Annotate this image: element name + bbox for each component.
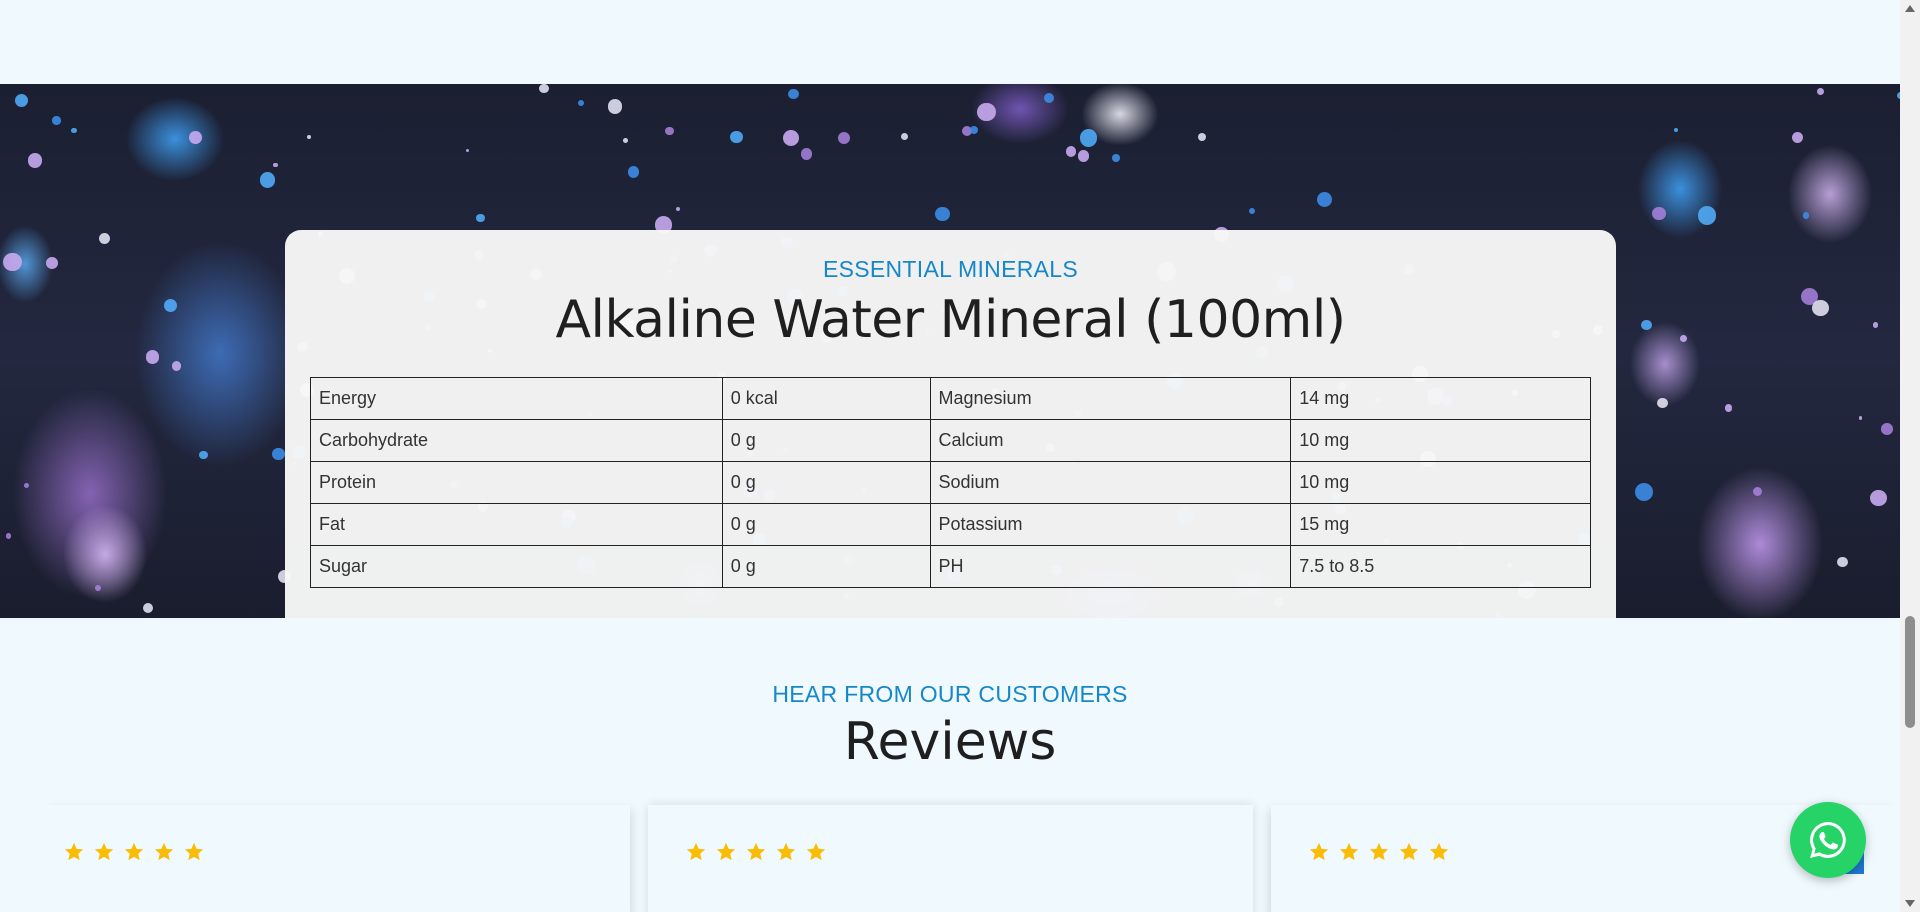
star-icon <box>154 842 174 861</box>
table-cell: 15 mg <box>1290 503 1591 546</box>
scrollbar-thumb[interactable] <box>1905 616 1915 728</box>
star-icon <box>686 842 706 861</box>
table-cell: Sodium <box>929 461 1292 504</box>
minerals-eyebrow: ESSENTIAL MINERALS <box>822 256 1079 282</box>
table-cell: Protein <box>310 461 723 504</box>
reviews-eyebrow: HEAR FROM OUR CUSTOMERS <box>772 681 1128 707</box>
table-cell: Magnesium <box>929 377 1292 420</box>
table-cell: 0 g <box>721 545 931 588</box>
table-cell: 7.5 to 8.5 <box>1290 545 1591 588</box>
table-cell: Potassium <box>929 503 1292 546</box>
star-icon <box>716 842 736 861</box>
table-cell: PH <box>929 545 1292 588</box>
table-row: Carbohydrate 0 g Calcium 10 mg <box>310 419 1591 462</box>
table-cell: 14 mg <box>1290 377 1591 420</box>
page: ESSENTIAL MINERALS Alkaline Water Minera… <box>0 0 1900 912</box>
table-cell: 0 g <box>721 461 931 504</box>
star-rating <box>685 841 827 863</box>
table-row: Protein 0 g Sodium 10 mg <box>310 461 1591 504</box>
table-cell: 0 g <box>721 503 931 546</box>
reviews-title: Reviews <box>843 712 1057 772</box>
whatsapp-icon <box>1810 822 1846 859</box>
star-icon <box>1429 842 1449 861</box>
table-row: Sugar 0 g PH 7.5 to 8.5 <box>310 545 1591 588</box>
table-cell: 0 kcal <box>721 377 931 420</box>
scroll-down-arrow-icon[interactable] <box>1900 895 1920 912</box>
star-icon <box>746 842 766 861</box>
minerals-title: Alkaline Water Mineral (100ml) <box>555 290 1346 350</box>
table-row: Fat 0 g Potassium 15 mg <box>310 503 1591 546</box>
star-icon <box>776 842 796 861</box>
table-cell: Carbohydrate <box>310 419 723 462</box>
table-cell: 10 mg <box>1290 419 1591 462</box>
table-cell: Sugar <box>310 545 723 588</box>
minerals-card: ESSENTIAL MINERALS Alkaline Water Minera… <box>285 230 1616 618</box>
scroll-up-arrow-icon[interactable] <box>1900 0 1920 17</box>
table-cell: 10 mg <box>1290 461 1591 504</box>
star-rating <box>63 841 205 863</box>
table-cell: 0 g <box>721 419 931 462</box>
review-card <box>648 805 1253 912</box>
star-icon <box>64 842 84 861</box>
page-scrollbar[interactable] <box>1900 0 1920 912</box>
table-cell: Calcium <box>929 419 1292 462</box>
star-rating <box>1308 841 1450 863</box>
star-icon <box>806 842 826 861</box>
star-icon <box>1399 842 1419 861</box>
star-icon <box>1309 842 1329 861</box>
review-card <box>40 805 630 912</box>
star-icon <box>94 842 114 861</box>
star-icon <box>184 842 204 861</box>
whatsapp-chat-button[interactable] <box>1790 802 1866 878</box>
table-row: Energy 0 kcal Magnesium 14 mg <box>310 377 1591 420</box>
star-icon <box>1339 842 1359 861</box>
table-cell: Energy <box>310 377 723 420</box>
table-cell: Fat <box>310 503 723 546</box>
minerals-table: Energy 0 kcal Magnesium 14 mg Carbohydra… <box>310 377 1591 588</box>
star-icon <box>1369 842 1389 861</box>
minerals-banner: ESSENTIAL MINERALS Alkaline Water Minera… <box>0 84 1900 618</box>
star-icon <box>124 842 144 861</box>
